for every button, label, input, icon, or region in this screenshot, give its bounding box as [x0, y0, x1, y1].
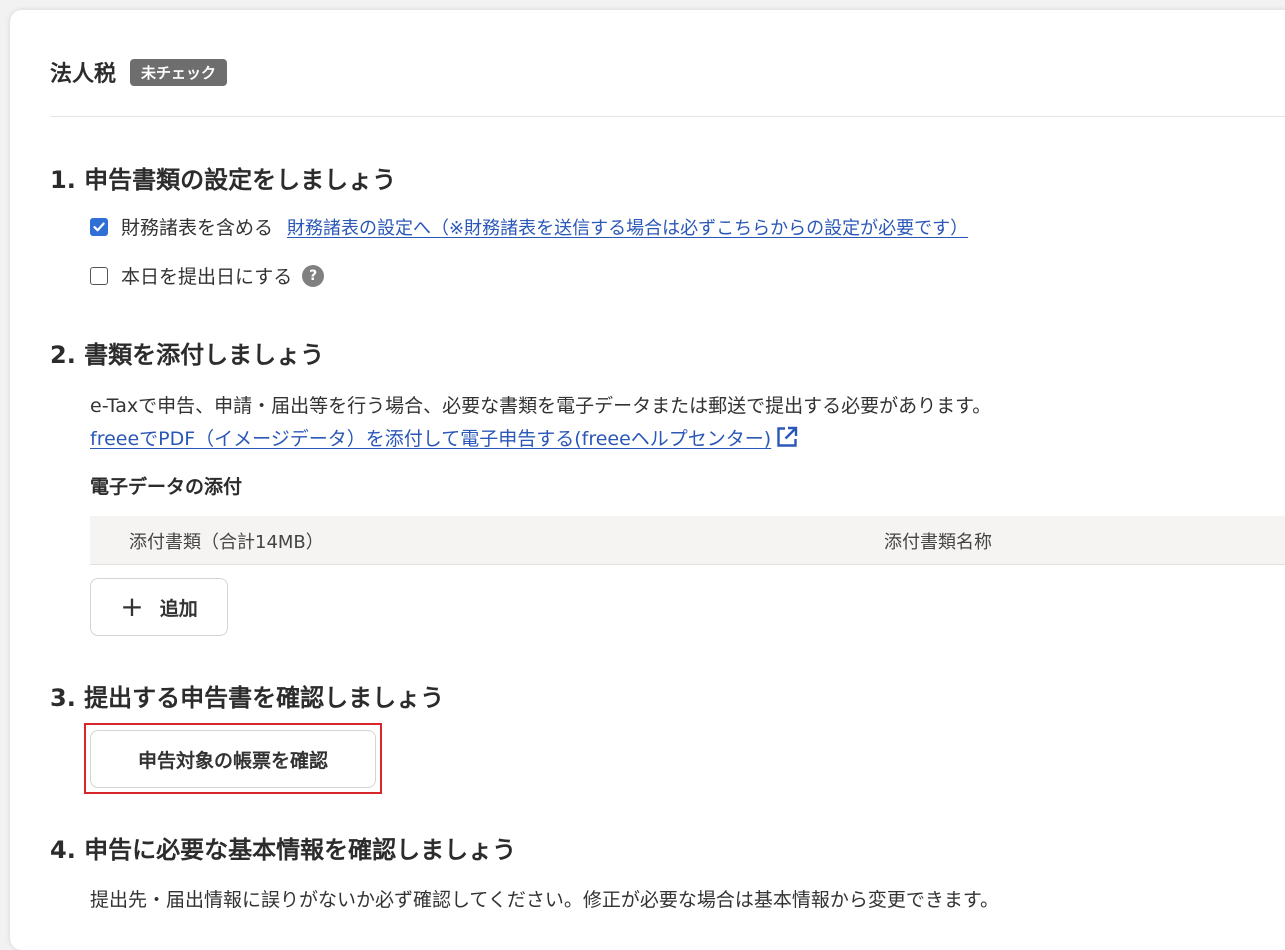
- corporate-tax-card: 法人税 未チェック 1. 申告書類の設定をしましょう 財務諸表を含める 財務諸表…: [10, 10, 1285, 950]
- section4-title: 4. 申告に必要な基本情報を確認しましょう: [50, 836, 517, 864]
- submit-today-label[interactable]: 本日を提出日にする: [121, 262, 292, 289]
- card-header: 法人税 未チェック: [50, 56, 228, 88]
- column-header-attachment-name: 添付書類名称: [884, 532, 992, 553]
- add-attachment-button[interactable]: + 追加: [90, 578, 228, 636]
- external-link-icon[interactable]: [775, 425, 799, 449]
- section3-title: 3. 提出する申告書を確認しましょう: [50, 684, 445, 712]
- include-financials-label[interactable]: 財務諸表を含める: [121, 213, 273, 240]
- attachments-title: 電子データの添付: [90, 476, 243, 498]
- column-header-attachment: 添付書類（合計14MB）: [129, 532, 324, 553]
- section2-description: e-Taxで申告、申請・届出等を行う場合、必要な書類を電子データまたは郵送で提出…: [90, 395, 992, 417]
- page-title: 法人税: [50, 62, 117, 87]
- financials-settings-link[interactable]: 財務諸表の設定へ（※財務諸表を送信する場合は必ずこちらからの設定が必要です）: [287, 214, 968, 240]
- include-financials-checkbox[interactable]: [90, 217, 108, 236]
- submit-today-row: 本日を提出日にする ?: [90, 262, 325, 289]
- status-badge: 未チェック: [130, 58, 228, 86]
- include-financials-row: 財務諸表を含める 財務諸表の設定へ（※財務諸表を送信する場合は必ずこちらからの設…: [90, 213, 968, 240]
- attachments-table-header: 添付書類（合計14MB） 添付書類名称: [90, 516, 1285, 565]
- freee-help-link[interactable]: freeeでPDF（イメージデータ）を添付して電子申告する(freeeヘルプセン…: [90, 428, 771, 450]
- header-divider: [50, 116, 1285, 117]
- add-button-label: 追加: [159, 597, 198, 620]
- submit-today-checkbox[interactable]: [90, 266, 108, 285]
- help-icon[interactable]: ?: [302, 264, 325, 287]
- checkmark-icon: [93, 222, 105, 231]
- section1-title: 1. 申告書類の設定をしましょう: [50, 166, 397, 194]
- plus-icon: +: [120, 590, 144, 623]
- section4-description: 提出先・届出情報に誤りがないか必ず確認してください。修正が必要な場合は基本情報か…: [90, 889, 999, 911]
- help-link-row: freeeでPDF（イメージデータ）を添付して電子申告する(freeeヘルプセン…: [90, 424, 799, 451]
- confirm-forms-button[interactable]: 申告対象の帳票を確認: [90, 730, 376, 788]
- section2-title: 2. 書類を添付しましょう: [50, 341, 325, 369]
